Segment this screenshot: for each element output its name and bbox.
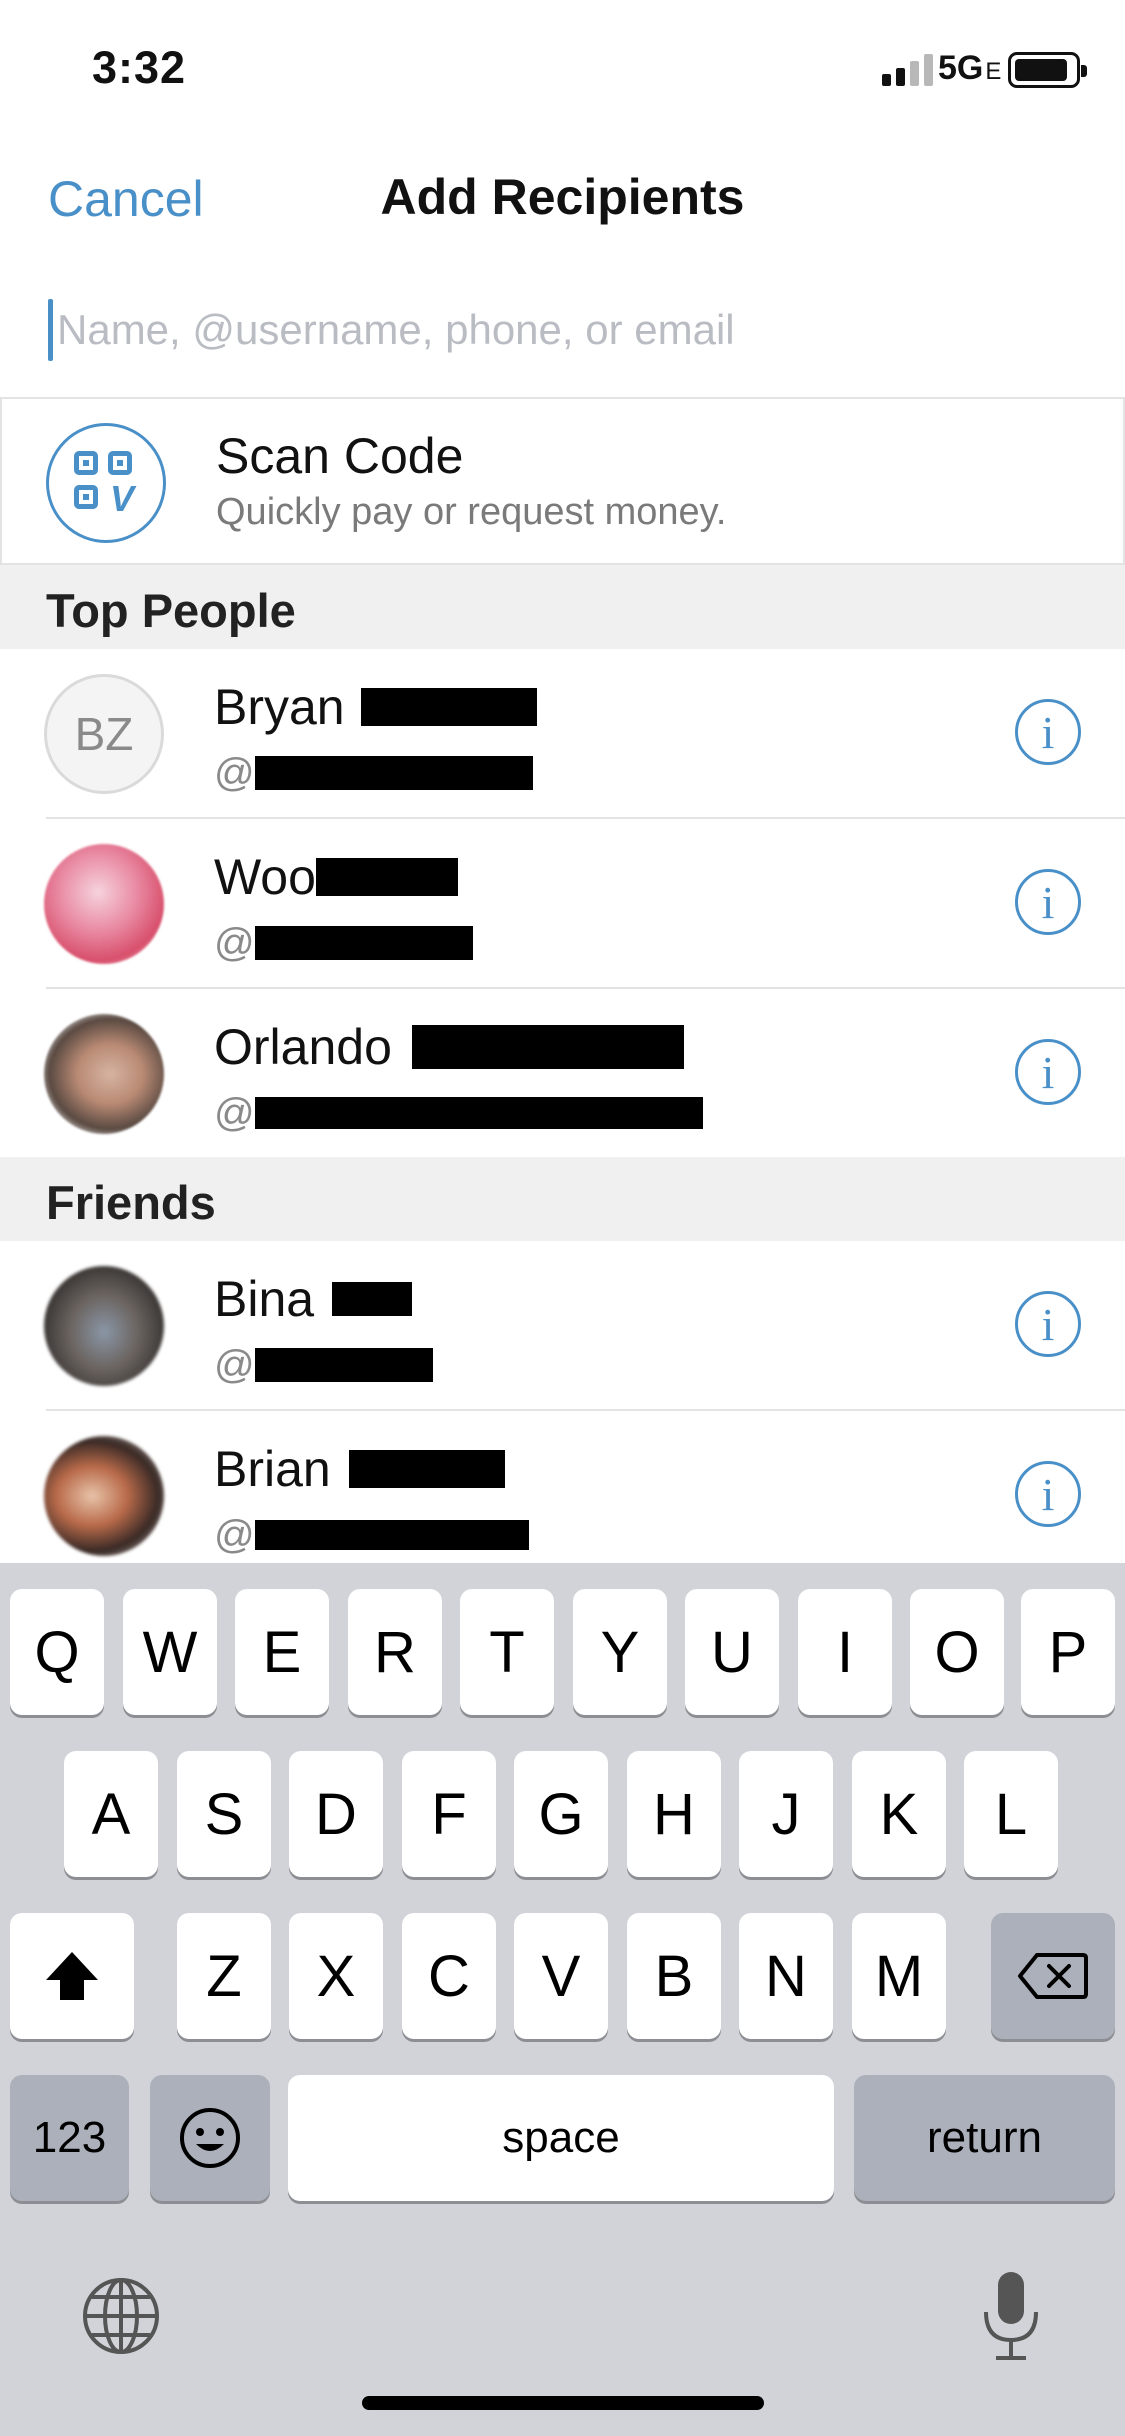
space-key[interactable]: space — [288, 2075, 834, 2201]
key-w[interactable]: W — [123, 1589, 217, 1715]
redacted-text — [254, 1097, 703, 1129]
key-p[interactable]: P — [1021, 1589, 1115, 1715]
redacted-text — [360, 688, 537, 726]
backspace-key[interactable] — [991, 1913, 1115, 2039]
contact-row-bina[interactable]: Bina @ i — [0, 1241, 1125, 1411]
redacted-text — [332, 1282, 413, 1316]
key-s[interactable]: S — [177, 1751, 271, 1877]
globe-icon[interactable] — [80, 2275, 162, 2357]
qr-code-icon: V — [46, 423, 166, 543]
contact-name: Woo — [214, 849, 316, 905]
scan-code-row[interactable]: V Scan Code Quickly pay or request money… — [0, 397, 1125, 565]
numbers-key[interactable]: 123 — [10, 2075, 129, 2201]
cellular-signal-icon — [882, 54, 934, 86]
battery-icon — [1008, 52, 1087, 88]
key-o[interactable]: O — [910, 1589, 1004, 1715]
key-q[interactable]: Q — [10, 1589, 104, 1715]
scan-code-subtitle: Quickly pay or request money. — [216, 491, 727, 533]
key-c[interactable]: C — [402, 1913, 496, 2039]
redacted-text — [348, 1450, 505, 1488]
info-icon[interactable]: i — [1015, 1461, 1081, 1527]
key-k[interactable]: K — [852, 1751, 946, 1877]
key-i[interactable]: I — [798, 1589, 892, 1715]
return-key[interactable]: return — [854, 2075, 1115, 2201]
home-indicator — [362, 2396, 764, 2410]
emoji-key[interactable] — [150, 2075, 270, 2201]
key-a[interactable]: A — [64, 1751, 158, 1877]
status-time: 3:32 — [92, 42, 187, 93]
info-icon[interactable]: i — [1015, 699, 1081, 765]
contact-row-woo[interactable]: Woo @ i — [0, 819, 1125, 989]
key-y[interactable]: Y — [573, 1589, 667, 1715]
contact-handle-prefix: @ — [214, 920, 255, 965]
contact-handle-prefix: @ — [214, 1342, 255, 1387]
info-icon[interactable]: i — [1015, 1039, 1081, 1105]
emoji-icon — [180, 2108, 240, 2168]
contact-handle-prefix: @ — [214, 750, 255, 795]
contact-row-brian[interactable]: Brian @ i — [0, 1411, 1125, 1581]
key-e[interactable]: E — [235, 1589, 329, 1715]
avatar — [44, 844, 164, 964]
text-caret — [48, 299, 53, 361]
contact-handle-prefix: @ — [214, 1512, 255, 1557]
key-x[interactable]: X — [289, 1913, 383, 2039]
contact-name: Bina — [214, 1271, 315, 1327]
key-r[interactable]: R — [348, 1589, 442, 1715]
key-v[interactable]: V — [514, 1913, 608, 2039]
key-m[interactable]: M — [852, 1913, 946, 2039]
recipient-search-field[interactable] — [48, 290, 1078, 370]
keyboard: Q W E R T Y U I O P A S D F G H J K L Z … — [0, 1563, 1125, 2436]
info-icon[interactable]: i — [1015, 1291, 1081, 1357]
avatar — [44, 1266, 164, 1386]
avatar: BZ — [44, 674, 164, 794]
avatar — [44, 1014, 164, 1134]
contact-name: Orlando — [214, 1019, 392, 1075]
contact-row-bryan[interactable]: BZ Bryan @ i — [0, 649, 1125, 819]
microphone-icon[interactable] — [978, 2268, 1044, 2364]
redacted-text — [254, 1348, 433, 1382]
redacted-text — [254, 1520, 529, 1550]
key-f[interactable]: F — [402, 1751, 496, 1877]
recipient-search-input[interactable] — [57, 306, 1037, 354]
key-n[interactable]: N — [739, 1913, 833, 2039]
redacted-text — [315, 858, 458, 896]
contact-name: Bryan — [214, 679, 345, 735]
section-header-top-people: Top People — [0, 565, 1125, 649]
key-g[interactable]: G — [514, 1751, 608, 1877]
key-u[interactable]: U — [685, 1589, 779, 1715]
contact-row-orlando[interactable]: Orlando @ i — [0, 989, 1125, 1159]
scan-code-title: Scan Code — [216, 428, 464, 484]
backspace-icon — [1018, 1953, 1088, 1999]
key-j[interactable]: J — [739, 1751, 833, 1877]
key-z[interactable]: Z — [177, 1913, 271, 2039]
key-t[interactable]: T — [460, 1589, 554, 1715]
key-b[interactable]: B — [627, 1913, 721, 2039]
section-header-friends: Friends — [0, 1157, 1125, 1241]
avatar — [44, 1436, 164, 1556]
shift-arrow-icon — [46, 1952, 98, 2000]
redacted-text — [254, 756, 533, 790]
redacted-text — [254, 926, 473, 960]
redacted-text — [411, 1025, 684, 1069]
status-bar: 3:32 5GE — [0, 0, 1125, 130]
key-d[interactable]: D — [289, 1751, 383, 1877]
info-icon[interactable]: i — [1015, 869, 1081, 935]
shift-key[interactable] — [10, 1913, 134, 2039]
key-h[interactable]: H — [627, 1751, 721, 1877]
contact-handle-prefix: @ — [214, 1090, 255, 1135]
key-l[interactable]: L — [964, 1751, 1058, 1877]
contact-name: Brian — [214, 1441, 331, 1497]
network-type: 5GE — [938, 49, 1002, 87]
cancel-button[interactable]: Cancel — [48, 170, 204, 228]
